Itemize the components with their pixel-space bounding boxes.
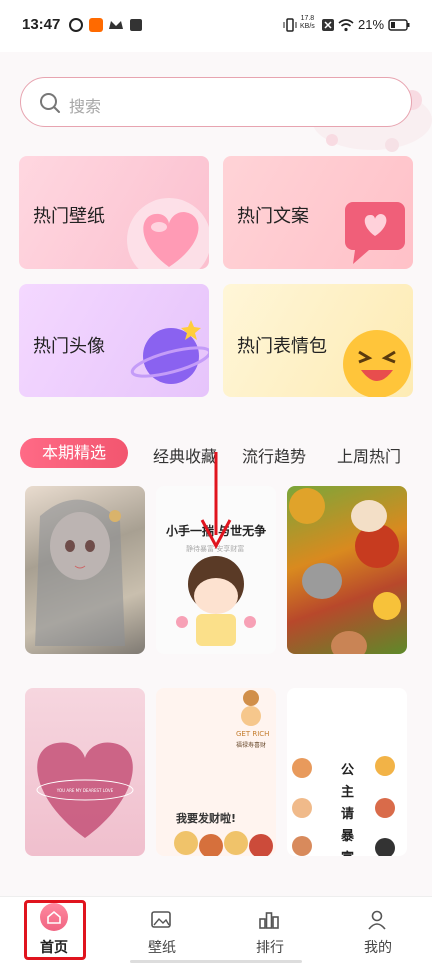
pink-heart-image: YOU ARE MY DEAREST LOVE <box>36 742 134 838</box>
wifi-icon <box>338 19 354 32</box>
status-time: 13:47 <box>22 16 61 33</box>
battery-text: 21% <box>358 17 385 32</box>
gesture-bar <box>130 960 302 963</box>
nav-label: 我的 <box>364 940 392 956</box>
user-icon <box>368 910 386 930</box>
tile-title: 公主请暴富 <box>341 763 355 856</box>
image-icon <box>151 911 171 928</box>
battery-icon <box>388 19 410 31</box>
nav-ranking[interactable]: 排行 <box>216 897 324 964</box>
nav-mine[interactable]: 我的 <box>324 897 432 964</box>
category-label: 热门文案 <box>237 206 309 227</box>
category-hot-emoji[interactable]: 热门表情包 <box>223 284 413 397</box>
annotation-highlight-box <box>24 900 86 960</box>
vibrate-icon <box>283 18 297 32</box>
search-icon <box>40 93 60 113</box>
search-bar[interactable]: 搜索 <box>20 77 412 127</box>
emoji-laugh-icon <box>343 330 411 397</box>
tab-last-week[interactable]: 上周热门 <box>337 443 401 467</box>
tab-featured[interactable]: 本期精选 <box>20 438 128 468</box>
anime-girl-image <box>35 499 125 646</box>
category-label: 热门头像 <box>33 336 105 357</box>
category-hot-copywriting[interactable]: 热门文案 <box>223 156 413 269</box>
sim-off-icon <box>322 19 334 31</box>
tile-text: YOU ARE MY DEAREST LOVE <box>56 788 114 793</box>
category-label: 热门壁纸 <box>33 206 105 227</box>
hamster-cat-image <box>289 488 401 654</box>
category-label: 热门表情包 <box>237 336 327 357</box>
tile-subtitle-en: GET RICH <box>236 730 270 738</box>
tile-subtitle-cn: 福禄寿喜财 <box>236 742 267 749</box>
annotation-arrow-icon <box>200 452 232 550</box>
message-icon <box>130 19 142 31</box>
cartoon-girl-image <box>176 556 256 646</box>
app-badge-icon <box>89 18 103 32</box>
nav-wallpaper[interactable]: 壁纸 <box>108 897 216 964</box>
network-speed-unit: KB/s <box>300 23 315 30</box>
tab-trending[interactable]: 流行趋势 <box>242 443 306 467</box>
search-input[interactable]: 搜索 <box>69 93 101 117</box>
network-speed: 17.8 KB/s <box>300 15 315 31</box>
category-hot-avatar[interactable]: 热门头像 <box>19 284 209 397</box>
ranking-icon <box>259 912 279 929</box>
planet-icon <box>130 320 209 384</box>
network-speed-value: 17.8 <box>300 15 315 22</box>
wallpaper-tile-pink-heart[interactable]: YOU ARE MY DEAREST LOVE <box>25 688 145 856</box>
wallpaper-tile-hamster[interactable] <box>287 486 407 654</box>
app-notification-icon <box>69 18 83 32</box>
status-bar: 13:47 17.8 KB/s 21% <box>0 0 432 52</box>
crown-icon <box>109 21 123 29</box>
tile-title: 我要发财啦! <box>176 812 237 825</box>
chat-heart-icon <box>345 202 405 264</box>
wallpaper-tile-get-rich[interactable]: GET RICH 福禄寿喜财 我要发财啦! <box>156 688 276 856</box>
nav-label: 排行 <box>256 940 284 956</box>
get-rich-image <box>174 690 273 856</box>
category-hot-wallpaper[interactable]: 热门壁纸 <box>19 156 209 269</box>
wallpaper-tile-princess[interactable]: 公主请暴富 <box>287 688 407 856</box>
wallpaper-tile-anime-girl[interactable] <box>25 486 145 654</box>
heart-icon <box>127 198 209 269</box>
nav-label: 壁纸 <box>148 940 176 956</box>
